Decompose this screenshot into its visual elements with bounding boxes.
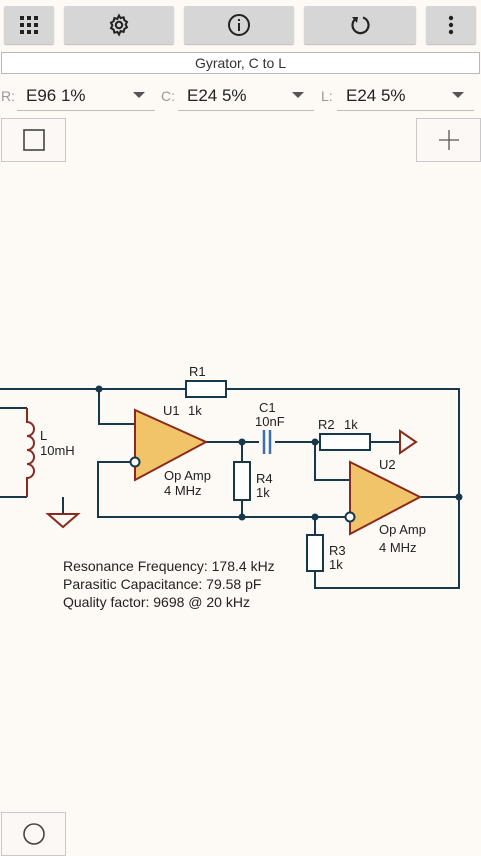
u1-name: U1 [163, 403, 180, 418]
capacitor-c1: C1 10nF [255, 400, 285, 454]
l-series-value: E24 5% [346, 86, 406, 105]
page-title-text: Gyrator, C to L [194, 55, 287, 71]
r-series-value: E96 1% [26, 86, 86, 105]
r1-name: R1 [189, 364, 206, 379]
chevron-down-icon [452, 92, 464, 98]
circle-icon [22, 823, 45, 845]
resonance-frequency: Resonance Frequency: 178.4 kHz [63, 558, 275, 574]
series-selector-row: R: E96 1% C: E24 5% L: E24 5% [0, 80, 481, 112]
info-button[interactable] [184, 6, 294, 44]
l-series-label: L: [321, 88, 333, 104]
r3-value: 1k [329, 557, 343, 572]
quality-factor: Quality factor: 9698 @ 20 kHz [63, 594, 250, 610]
u1-type: Op Amp [164, 468, 211, 483]
u2-type: Op Amp [379, 522, 426, 537]
r2-name: R2 [318, 417, 335, 432]
u2-name: U2 [379, 457, 396, 472]
r-series-dropdown[interactable]: E96 1% [17, 80, 155, 111]
resistor-r2: R2 1k [318, 417, 371, 451]
results-panel: Resonance Frequency: 178.4 kHz Parasitic… [63, 557, 275, 611]
more-vertical-icon [448, 15, 454, 35]
info-icon [228, 14, 250, 36]
ground-symbol-right [399, 429, 418, 455]
toolbar [0, 0, 481, 50]
reset-button[interactable] [304, 6, 416, 44]
parasitic-capacitance: Parasitic Capacitance: 79.58 pF [63, 576, 262, 592]
u2-bandwidth: 4 MHz [379, 540, 417, 555]
settings-button[interactable] [64, 6, 174, 44]
c-series-dropdown[interactable]: E24 5% [178, 80, 314, 111]
gear-icon [109, 13, 129, 37]
u1-bandwidth: 4 MHz [164, 483, 202, 498]
r-series-label: R: [1, 88, 15, 104]
r4-value: 1k [256, 485, 270, 500]
r1-value: 1k [188, 403, 202, 418]
chevron-down-icon [292, 92, 304, 98]
r2-value: 1k [344, 417, 358, 432]
refresh-icon [351, 16, 370, 35]
plus-icon [438, 130, 459, 150]
c1-name: C1 [259, 400, 276, 415]
resistor-r3: R3 1k [306, 534, 346, 572]
c-series-value: E24 5% [187, 86, 247, 105]
resistor-r4: R4 1k [233, 461, 273, 501]
page-title: Gyrator, C to L [1, 52, 480, 74]
opamp-u2: U2 Op Amp 4 MHz [344, 457, 426, 555]
resistor-r1: R1 1k [185, 364, 227, 418]
l-series-dropdown[interactable]: E24 5% [337, 80, 474, 111]
c1-value: 10nF [255, 414, 285, 429]
square-icon [22, 129, 45, 151]
grid-menu-button[interactable] [4, 6, 54, 44]
l-value: 10mH [40, 443, 75, 458]
grid-icon [20, 16, 38, 34]
chevron-down-icon [133, 92, 145, 98]
circle-tool-button[interactable] [1, 812, 66, 856]
inductor-l: L 10mH [26, 408, 75, 497]
select-mode-button[interactable] [1, 118, 66, 162]
c-series-label: C: [161, 88, 175, 104]
r4-name: R4 [256, 471, 273, 486]
r3-name: R3 [329, 543, 346, 558]
add-button[interactable] [416, 118, 481, 162]
ground-symbol-left [45, 513, 81, 529]
overflow-menu-button[interactable] [426, 6, 476, 44]
l-name: L [40, 428, 47, 443]
